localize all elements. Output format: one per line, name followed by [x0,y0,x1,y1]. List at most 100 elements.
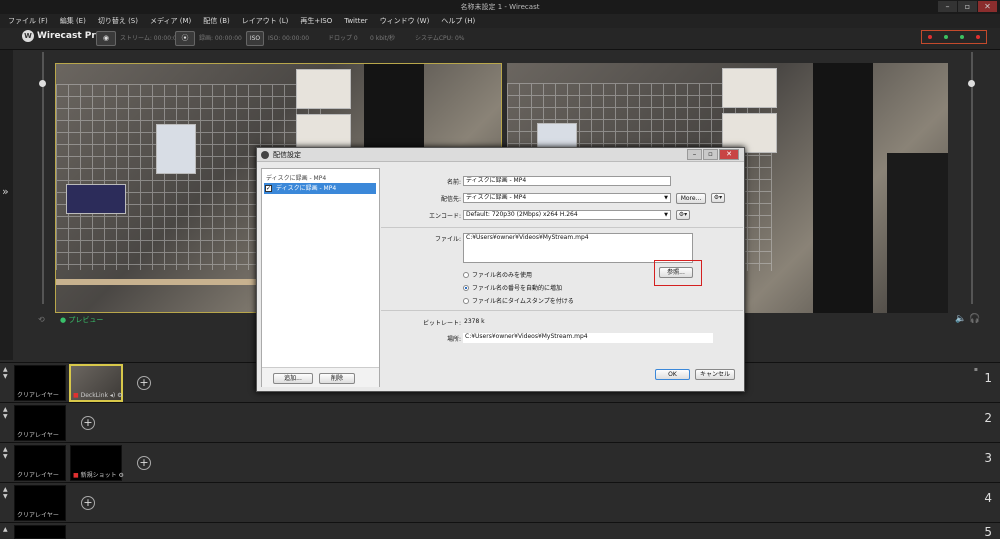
layer-clear-thumb[interactable]: クリアレイヤー [14,365,66,401]
menu-media[interactable]: メディア (M) [150,16,191,26]
live-volume-track [971,52,973,304]
preview-volume-track [42,52,44,304]
add-output-button[interactable]: 追加... [273,373,313,384]
headphones-icon[interactable]: 🎧 [969,314,980,324]
layer-reorder-icon[interactable]: ▲ [3,526,8,533]
layer-number: 1 [984,371,992,385]
encoder-select[interactable]: Default: 720p30 (2Mbps) x264 H.264 [463,210,671,220]
wifi-icon: ◉ [102,34,110,42]
radio-button[interactable] [463,284,469,291]
status-dot-icon [976,35,980,39]
menu-help[interactable]: ヘルプ (H) [441,16,475,26]
name-label: 名前: [446,179,461,186]
radio-auto-increment[interactable]: ファイル名の番号を自動的に増加 [463,283,562,292]
destination-select[interactable]: ディスクに録画 - MP4 [463,193,671,203]
live-volume-knob[interactable] [968,80,975,87]
divider [381,310,743,311]
location-value: C:¥Users¥owner¥Videos¥MyStream.mp4 [463,333,713,343]
wirecast-logo-icon [261,151,269,159]
window-title: 名称未設定 1 - Wirecast [460,3,540,11]
bitrate-value: 2378 k [464,318,485,325]
output-list-header: ディスクに録画 - MP4 [266,175,327,182]
cancel-button[interactable]: キャンセル [695,369,735,380]
layer-row: ▲ ▼ クリアレイヤー ■ 新規ショット ⚙ + 3 [0,442,1000,482]
layer-number: 5 [984,525,992,539]
dropped-frames: ドロップ 0 [328,35,358,42]
location-label: 場所: [446,336,461,343]
iso-status: ISO: 00:00:00 [268,35,310,42]
radio-button[interactable] [463,297,469,304]
shot-thumb-decklink[interactable]: ■ DeckLink ◂) ⚙ [69,364,123,402]
output-list: ディスクに録画 - MP4 ディスクに録画 - MP4 ✓ 追加... 削除 [261,168,380,387]
cpu-status: システムCPU: 0% [415,35,465,42]
destination-label: 配信先: [440,196,461,203]
wirecast-logo-icon: W [22,30,34,42]
menu-switch[interactable]: 切り替え (S) [98,16,138,26]
menu-edit[interactable]: 編集 (E) [60,16,86,26]
menu-file[interactable]: ファイル (F) [8,16,48,26]
radio-filename-only[interactable]: ファイル名のみを使用 [463,270,532,279]
record-button[interactable]: ⦿ [175,31,195,46]
menu-replay-iso[interactable]: 再生+ISO [300,16,332,26]
encoder-settings-gear-icon[interactable]: ⚙▾ [676,210,690,220]
radio-timestamp[interactable]: ファイル名にタイムスタンプを付ける [463,296,574,305]
menu-layout[interactable]: レイアウト (L) [242,16,289,26]
add-shot-button[interactable]: + [81,496,95,510]
layer-reorder-icon[interactable]: ▲ ▼ [3,486,8,500]
menu-twitter[interactable]: Twitter [344,17,367,25]
dialog-title: 配信設定 [273,151,301,159]
expand-sidebar-icon[interactable]: » [2,185,9,198]
dialog-close-button[interactable]: ✕ [719,149,739,160]
close-button[interactable]: ✕ [978,1,997,12]
iso-button[interactable]: ISO [246,31,264,46]
app-logo: W Wirecast Pro [22,30,102,42]
preview-volume-knob[interactable] [39,80,46,87]
left-rail [0,50,13,360]
ok-button[interactable]: OK [655,369,690,380]
layer-clear-thumb[interactable] [14,525,66,539]
output-list-item[interactable]: ディスクに録画 - MP4 [264,183,376,194]
radio-button[interactable] [463,271,469,278]
dialog-maximize-button[interactable]: ▫ [703,149,718,160]
speaker-icon[interactable]: 🔈 [955,314,966,324]
layer-row: ▲ ▼ クリアレイヤー + 2 [0,402,1000,442]
stream-button[interactable]: ◉ [96,31,116,46]
layer-reorder-icon[interactable]: ▲ ▼ [3,366,8,380]
stream-status: ストリーム: 00:00:00 [120,35,181,42]
layer-reorder-icon[interactable]: ▲ ▼ [3,406,8,420]
layer-clear-thumb[interactable]: クリアレイヤー [14,405,66,441]
layer-number: 3 [984,451,992,465]
menu-bar: ファイル (F) 編集 (E) 切り替え (S) メディア (M) 配信 (B)… [0,14,1000,28]
layer-clear-thumb[interactable]: クリアレイヤー [14,445,66,481]
layer-number: 2 [984,411,992,425]
browse-button[interactable]: 参照... [659,267,693,278]
add-shot-button[interactable]: + [81,416,95,430]
output-enabled-checkbox[interactable]: ✓ [265,185,272,192]
destination-settings-gear-icon[interactable]: ⚙▾ [711,193,725,203]
more-button[interactable]: More... [676,193,706,204]
record-icon: ⦿ [181,34,189,42]
menu-window[interactable]: ウィンドウ (W) [380,16,430,26]
status-dot-icon [960,35,964,39]
layer-clear-thumb[interactable]: クリアレイヤー [14,485,66,521]
maximize-button[interactable]: ▫ [958,1,977,12]
minimize-button[interactable]: – [938,1,957,12]
loop-icon[interactable]: ⟲ [38,315,45,324]
menu-broadcast[interactable]: 配信 (B) [203,16,230,26]
file-path-field[interactable]: C:¥Users¥owner¥Videos¥MyStream.mp4 [463,233,693,263]
audio-controls: 🔈 🎧 [955,314,980,324]
status-dot-icon [944,35,948,39]
dialog-minimize-button[interactable]: – [687,149,702,160]
status-lights [921,30,987,44]
output-list-footer: 追加... 削除 [262,367,379,387]
add-shot-button[interactable]: + [137,376,151,390]
divider [381,227,743,228]
status-dot-icon [928,35,932,39]
layer-reorder-icon[interactable]: ▲ ▼ [3,446,8,460]
delete-output-button[interactable]: 削除 [319,373,355,384]
record-status: 録画: 00:00:00 [199,35,242,42]
shot-thumb-new[interactable]: ■ 新規ショット ⚙ [70,445,124,481]
name-field[interactable]: ディスクに録画 - MP4 [463,176,671,186]
file-label: ファイル: [434,236,461,243]
add-shot-button[interactable]: + [137,456,151,470]
